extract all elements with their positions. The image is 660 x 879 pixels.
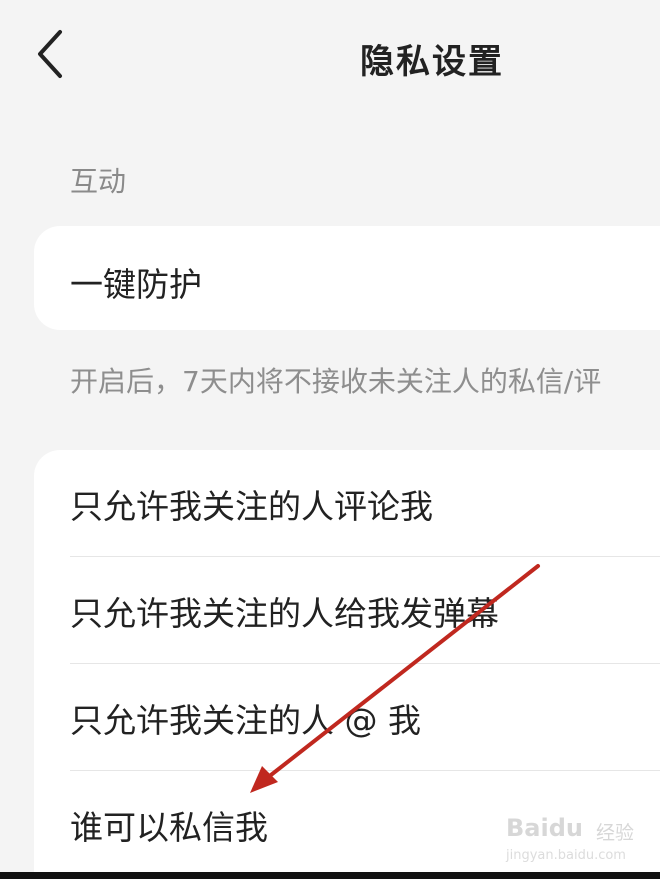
list-item-label: 只允许我关注的人评论我	[70, 487, 433, 526]
list-item-comment-permission[interactable]: 只允许我关注的人评论我	[34, 450, 660, 557]
watermark-url: jingyan.baidu.com	[506, 848, 626, 863]
privacy-settings-page: 隐私设置 互动 一键防护 开启后，7天内将不接收未关注人的私信/评 只允许我关注…	[0, 0, 660, 872]
section-label-interaction: 互动	[70, 165, 127, 198]
baidu-watermark: Baidu 经验 jingyan.baidu.com	[506, 812, 646, 872]
list-item-danmaku-permission[interactable]: 只允许我关注的人给我发弹幕	[34, 557, 660, 664]
watermark-sub: 经验	[596, 822, 635, 844]
permissions-list-card: 只允许我关注的人评论我 只允许我关注的人给我发弹幕 只允许我关注的人 @ 我 谁…	[34, 450, 660, 872]
list-item-label: 只允许我关注的人 @ 我	[70, 701, 421, 740]
one-key-protect-label: 一键防护	[70, 265, 202, 304]
page-title: 隐私设置	[360, 42, 504, 82]
list-item-label: 谁可以私信我	[70, 808, 268, 847]
list-item-mention-permission[interactable]: 只允许我关注的人 @ 我	[34, 664, 660, 771]
one-key-protect-card[interactable]: 一键防护	[34, 226, 660, 330]
bottom-edge	[0, 872, 660, 879]
watermark-brand: Baidu	[506, 814, 583, 842]
list-item-label: 只允许我关注的人给我发弹幕	[70, 594, 499, 633]
protect-hint-text: 开启后，7天内将不接收未关注人的私信/评	[70, 365, 602, 398]
nav-header: 隐私设置	[0, 0, 660, 110]
